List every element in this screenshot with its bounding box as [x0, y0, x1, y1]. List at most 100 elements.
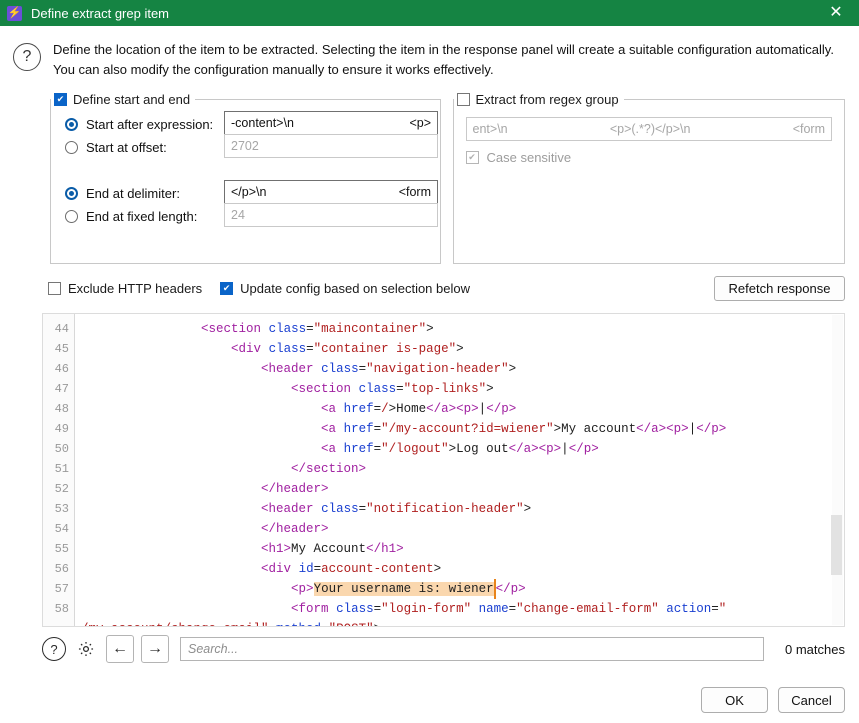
line-number: 54: [54, 522, 69, 537]
exclude-http-headers-option[interactable]: Exclude HTTP headers: [48, 281, 202, 296]
code-token: =: [306, 322, 314, 337]
close-icon[interactable]: ✕: [813, 0, 859, 26]
update-config-checkbox[interactable]: [220, 282, 234, 296]
code-token: "notification-header": [366, 502, 524, 517]
case-sensitive-label: Case sensitive: [486, 150, 572, 166]
code-token: ": [718, 602, 727, 617]
code-line[interactable]: <a href="/logout">Log out</a><p>|</p>: [81, 439, 844, 459]
code-token: </header>: [261, 522, 329, 537]
update-config-option[interactable]: Update config based on selection below: [220, 281, 470, 296]
line-number: 57: [54, 582, 69, 597]
define-start-end-legend[interactable]: Define start and end: [51, 92, 195, 107]
line-number-gutter: 4445464748495051525354555657585960616263: [43, 314, 75, 627]
start-after-expression-value: -content>\n: [231, 116, 294, 131]
gear-icon[interactable]: [73, 636, 99, 662]
code-token: <section: [291, 382, 352, 397]
code-line[interactable]: <section class="top-links">: [81, 379, 844, 399]
response-code-viewer[interactable]: 4445464748495051525354555657585960616263…: [42, 313, 845, 628]
line-number: 51: [54, 462, 69, 477]
search-input[interactable]: Search...: [180, 637, 765, 662]
code-line[interactable]: <a href=/>Home</a><p>|</p>: [81, 399, 844, 419]
code-token: My Account: [291, 542, 367, 557]
code-token: class: [321, 362, 359, 377]
code-token: "/logout": [381, 442, 449, 457]
regex-value-left: еnt>\n: [472, 122, 508, 137]
code-line[interactable]: <form class="login-form" name="change-em…: [81, 599, 844, 619]
code-line[interactable]: <a href="/my-account?id=wiener">My accou…: [81, 419, 844, 439]
options-row: Exclude HTTP headers Update config based…: [0, 264, 859, 302]
label-end-at-fixed-length: End at fixed length:: [86, 209, 198, 225]
end-at-delimiter-input[interactable]: </p>\n <form: [224, 180, 438, 205]
code-token: "change-email-form": [516, 602, 659, 617]
code-line[interactable]: <div class="container is-page">: [81, 339, 844, 359]
code-token: method: [276, 622, 321, 626]
code-token: </a>: [636, 422, 667, 437]
code-line[interactable]: <section class="maincontainer">: [81, 319, 844, 339]
code-token: </p>: [486, 402, 517, 417]
code-token: >: [523, 502, 532, 517]
code-token: </section>: [291, 462, 367, 477]
code-token: =: [373, 422, 382, 437]
case-sensitive-checkbox[interactable]: [465, 151, 479, 165]
code-token: >: [456, 342, 464, 357]
code-token: <header: [261, 362, 314, 377]
code-token: </h1>: [366, 542, 404, 557]
code-token: </a>: [426, 402, 457, 417]
start-at-offset-input[interactable]: 2702: [224, 134, 438, 159]
search-forward-button[interactable]: →: [141, 635, 169, 664]
code-line[interactable]: <header class="navigation-header">: [81, 359, 844, 379]
code-token: class: [336, 602, 374, 617]
code-line[interactable]: </header>: [81, 519, 844, 539]
define-start-end-checkbox[interactable]: [54, 93, 67, 107]
window-title: Define extract grep item: [31, 5, 170, 21]
code-token: =: [313, 562, 322, 577]
code-line[interactable]: <header class="notification-header">: [81, 499, 844, 519]
code-token: =: [306, 342, 314, 357]
code-token: <p>: [291, 582, 314, 597]
end-at-delimiter-value: </p>\n: [231, 185, 267, 200]
code-scrollbar-thumb[interactable]: [831, 515, 842, 576]
code-line[interactable]: </header>: [81, 479, 844, 499]
refetch-response-button[interactable]: Refetch response: [714, 276, 845, 302]
code-line[interactable]: <div id=account-content>: [81, 559, 844, 579]
code-line[interactable]: <h1>My Account</h1>: [81, 539, 844, 559]
code-token: >: [433, 562, 442, 577]
help-icon[interactable]: ?: [42, 637, 66, 662]
code-token: class: [358, 382, 397, 397]
ok-button[interactable]: OK: [701, 687, 768, 713]
extract-regex-checkbox[interactable]: [456, 93, 470, 107]
regex-input[interactable]: еnt>\n <p>(.*?)</p>\n <form: [465, 117, 832, 142]
code-token: <a: [321, 402, 337, 417]
selected-text: Your username is: wiener: [313, 582, 494, 597]
start-after-expression-input[interactable]: -content>\n <p>: [224, 111, 438, 136]
code-token: <p>: [538, 442, 562, 457]
code-token: >: [486, 382, 494, 397]
code-content[interactable]: <section class="maincontainer"> <div cla…: [75, 314, 844, 626]
search-back-button[interactable]: ←: [106, 635, 134, 664]
label-start-after-expression: Start after expression:: [86, 117, 214, 133]
code-scrollbar[interactable]: [831, 315, 843, 626]
exclude-http-headers-checkbox[interactable]: [48, 282, 61, 296]
code-line[interactable]: <p>Your username is: wiener|</p>: [81, 579, 844, 600]
code-line[interactable]: </section>: [81, 459, 844, 479]
code-line[interactable]: /my-account/change-email" method="POST">: [81, 619, 844, 626]
code-token: >: [374, 622, 382, 626]
regex-group-legend[interactable]: Extract from regex group: [454, 92, 624, 107]
code-token: |: [561, 442, 569, 457]
code-token: >: [426, 322, 434, 337]
code-token: <section: [201, 322, 262, 337]
code-token: <div: [261, 562, 292, 577]
cancel-button[interactable]: Cancel: [778, 687, 845, 713]
end-at-fixed-length-input[interactable]: 24: [224, 203, 438, 228]
